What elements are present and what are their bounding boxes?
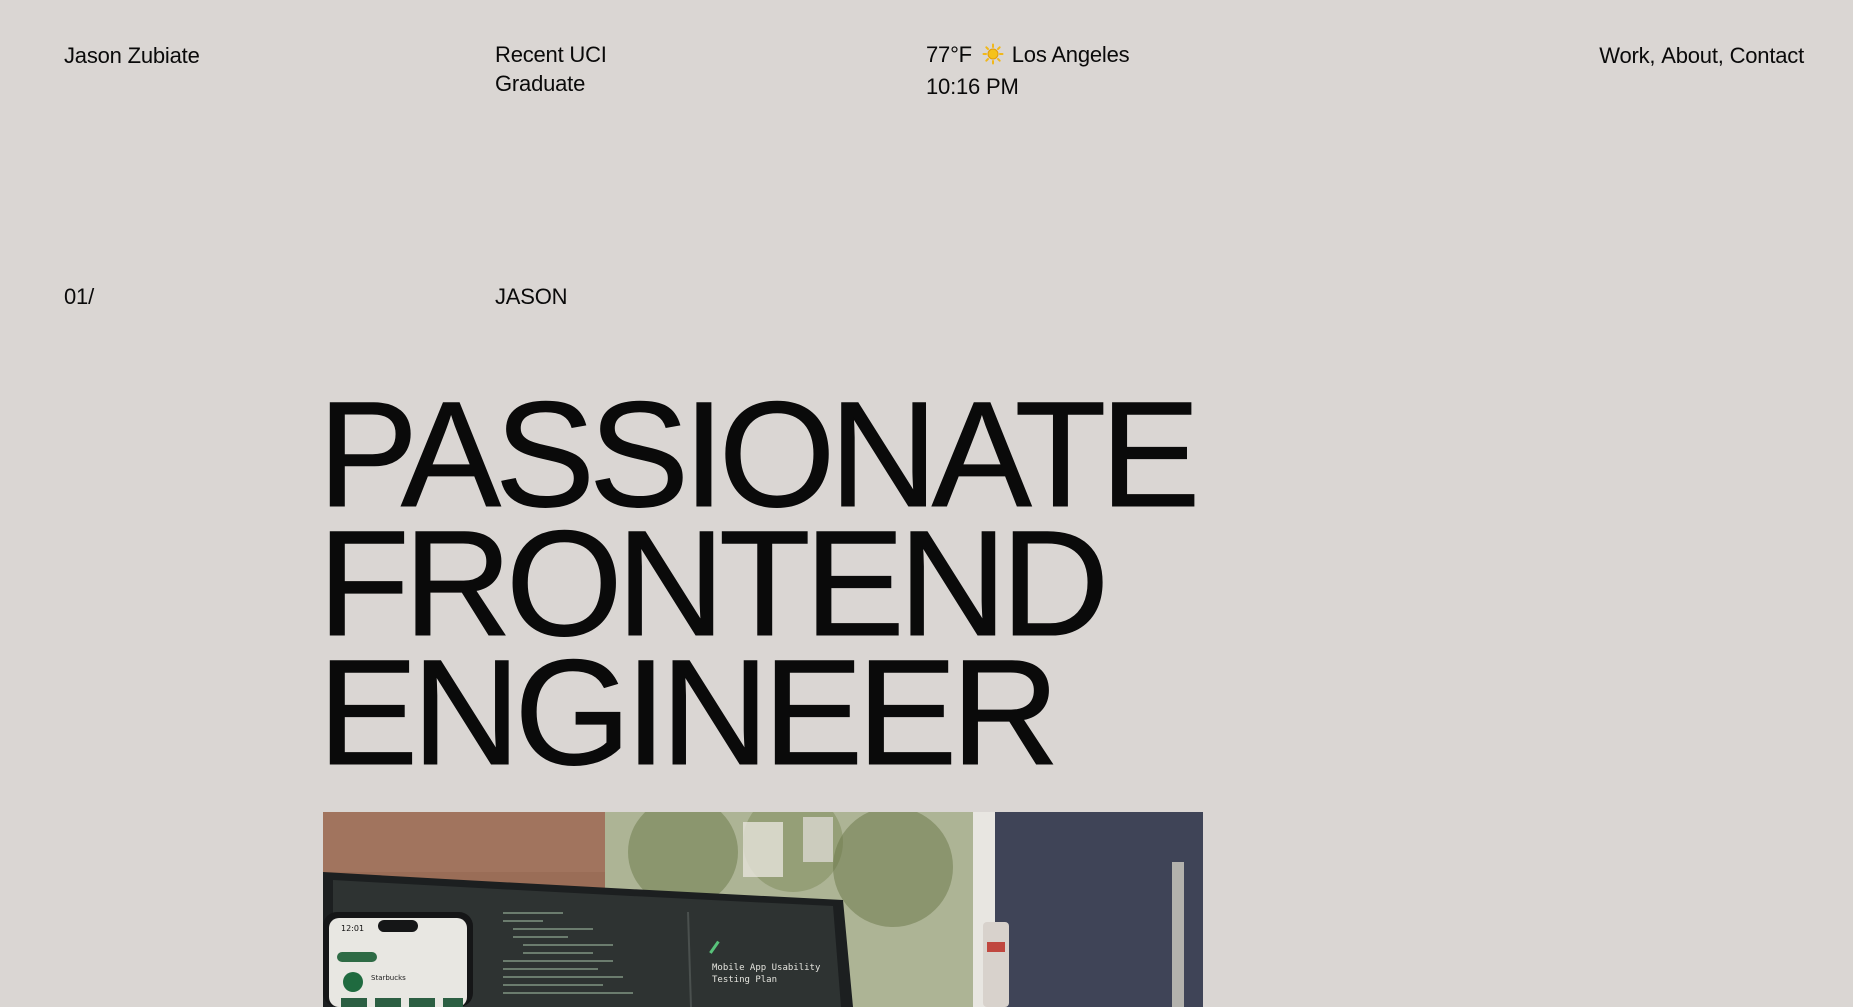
weather-line: 77°F Los Angeles — [926, 40, 1130, 72]
desk-setup-illustration: Mobile App Usability Testing Plan 12:01 … — [323, 812, 1203, 1007]
nav-link-work[interactable]: Work — [1599, 41, 1649, 70]
status-text: Recent UCI Graduate — [495, 40, 607, 98]
nav-link-contact[interactable]: Contact — [1730, 41, 1805, 70]
hero-photo: Mobile App Usability Testing Plan 12:01 … — [323, 812, 1203, 1007]
screen-note-line: Mobile App Usability — [712, 963, 821, 973]
phone-app-name: Starbucks — [371, 974, 406, 982]
nav-separator: , — [1717, 43, 1730, 68]
nav-link-about[interactable]: About — [1661, 41, 1718, 70]
local-time: 10:16 PM — [926, 74, 1019, 99]
status-line: Recent UCI — [495, 42, 607, 67]
hero-line: ENGINEER — [317, 628, 1059, 796]
phone-time: 12:01 — [341, 924, 364, 933]
nav-separator: , — [1649, 43, 1662, 68]
status-line: Graduate — [495, 71, 586, 96]
weather-widget: 77°F Los Angeles 10:16 PM — [926, 40, 1130, 101]
section-label: JASON — [495, 284, 568, 309]
temperature: 77°F — [926, 42, 972, 67]
site-name[interactable]: Jason Zubiate — [64, 41, 200, 70]
city: Los Angeles — [1011, 42, 1130, 67]
main-nav: Work, About, Contact — [1599, 41, 1804, 70]
sun-icon — [982, 43, 1004, 72]
section-number: 01/ — [64, 284, 94, 309]
hero-heading: PASSIONATE FRONTEND ENGINEER — [317, 379, 1200, 796]
screen-note-line: Testing Plan — [712, 975, 777, 985]
